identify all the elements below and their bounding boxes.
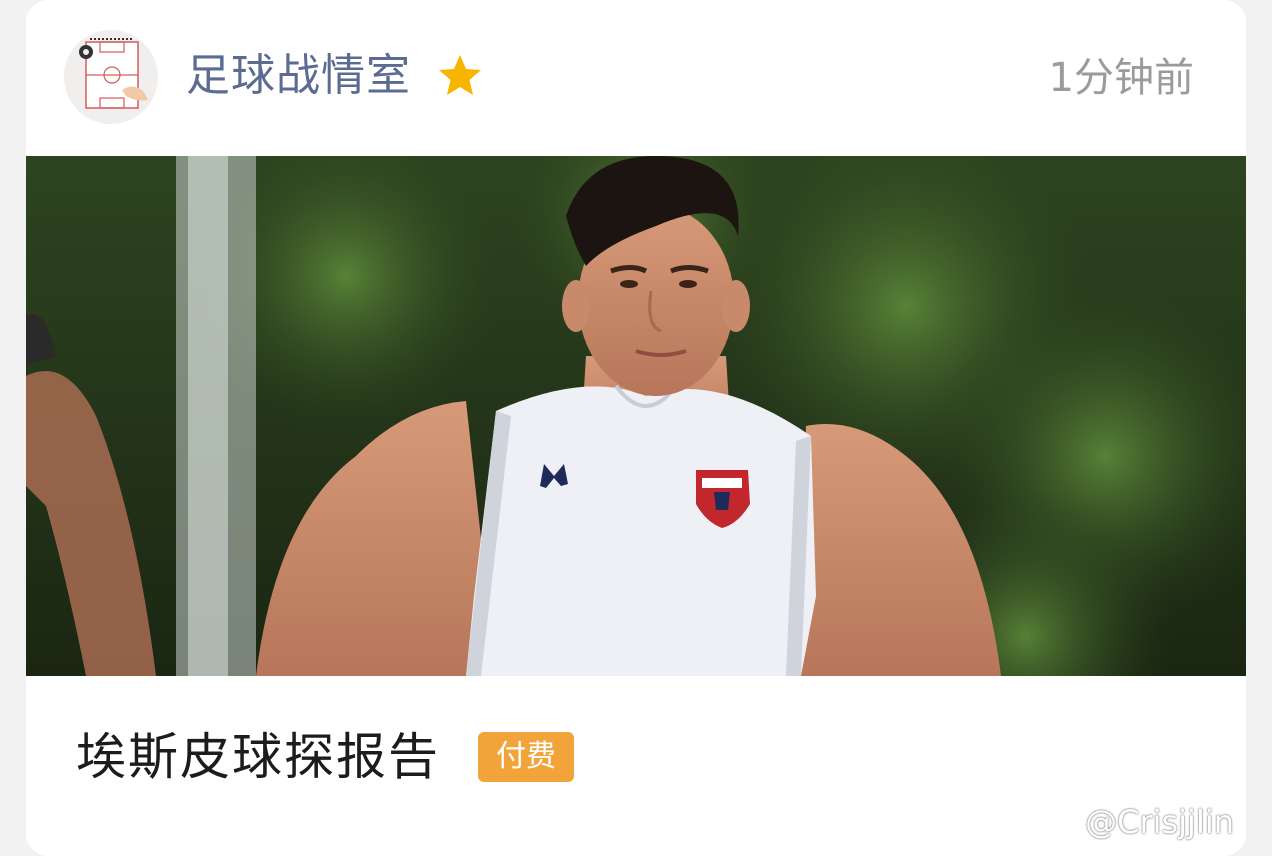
star-icon <box>439 55 481 95</box>
author-name[interactable]: 足球战情室 <box>186 46 411 106</box>
paid-badge: 付费 <box>478 732 574 782</box>
weibo-icon <box>1036 806 1079 840</box>
tactics-board-icon <box>79 38 148 109</box>
watermark: @Crisjjlin <box>1035 800 1234 844</box>
feed-card[interactable]: 足球战情室 1分钟前 埃斯皮球探报告 付费 @Crisjjlin <box>26 0 1246 856</box>
card-header: 足球战情室 1分钟前 <box>26 0 1246 156</box>
player-photo <box>26 156 1246 676</box>
author-avatar[interactable] <box>64 30 158 124</box>
post-title[interactable]: 埃斯皮球探报告 <box>76 724 440 790</box>
watermark-text: @Crisjjlin <box>1085 803 1234 841</box>
post-timestamp: 1分钟前 <box>1048 55 1194 101</box>
post-cover-image[interactable] <box>26 156 1246 676</box>
